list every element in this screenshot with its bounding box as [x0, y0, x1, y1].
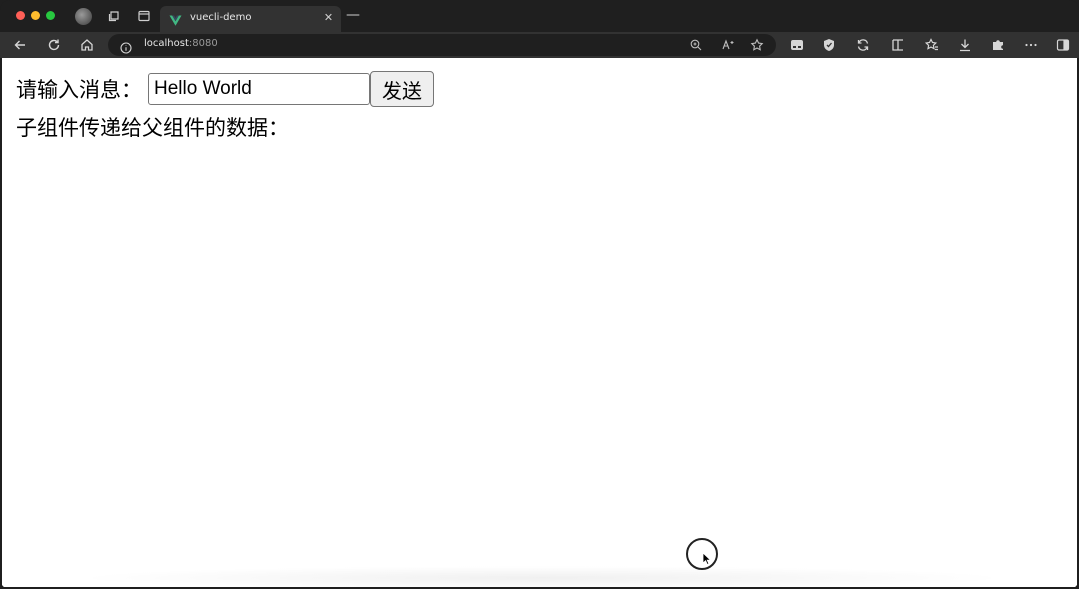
close-tab-icon[interactable]: ✕ [322, 11, 335, 24]
download-icon[interactable] [957, 37, 973, 53]
reload-icon[interactable] [46, 37, 62, 53]
tab-bar: vuecli-demo ✕ — [0, 0, 1079, 32]
maximize-window-button[interactable] [46, 11, 55, 20]
more-icon[interactable] [1023, 37, 1039, 53]
tab-actions-icon[interactable] [137, 9, 151, 23]
back-arrow-icon[interactable] [12, 37, 28, 53]
read-aloud-icon[interactable] [721, 38, 735, 52]
workspaces-icon[interactable] [107, 9, 121, 23]
sync-icon[interactable] [855, 37, 871, 53]
address-toolbar: localhost:8080 [0, 32, 1079, 58]
child-data-text: 子组件传递给父组件的数据： [16, 116, 289, 140]
message-row: 请输入消息： 发送 [16, 71, 434, 107]
message-input[interactable] [148, 73, 370, 105]
url-host: localhost [144, 38, 189, 49]
url-text[interactable]: localhost:8080 [144, 38, 218, 49]
new-tab-icon[interactable]: — [346, 8, 360, 22]
input-label: 请输入消息： [16, 78, 142, 102]
extensions-puzzle-icon[interactable] [990, 37, 1006, 53]
sidebar-icon[interactable] [1055, 37, 1071, 53]
favorite-star-icon[interactable] [750, 38, 764, 52]
favorites-icon[interactable] [924, 37, 940, 53]
tab-title: vuecli-demo [190, 12, 252, 23]
browser-window: vuecli-demo ✕ — localhost:8080 请输入消息： He… [0, 0, 1079, 589]
extension-icon[interactable] [789, 37, 805, 53]
address-bar[interactable]: localhost:8080 [108, 34, 776, 56]
home-icon[interactable] [79, 37, 95, 53]
shield-icon[interactable] [821, 37, 837, 53]
split-screen-icon[interactable] [890, 37, 906, 53]
send-button[interactable]: 发送 [370, 71, 434, 107]
profile-avatar[interactable] [75, 8, 92, 25]
mouse-pointer-icon [702, 552, 712, 566]
vue-logo-icon [169, 12, 182, 26]
info-icon[interactable] [120, 39, 132, 54]
tab-active[interactable]: vuecli-demo ✕ [160, 6, 341, 32]
zoom-icon[interactable] [689, 38, 703, 52]
page-viewport: 请输入消息： 发送 子组件传递给父组件的数据： [2, 58, 1077, 587]
minimize-window-button[interactable] [31, 11, 40, 20]
url-port: :8080 [188, 38, 218, 49]
close-window-button[interactable] [16, 11, 25, 20]
bottom-shadow [72, 566, 1012, 587]
